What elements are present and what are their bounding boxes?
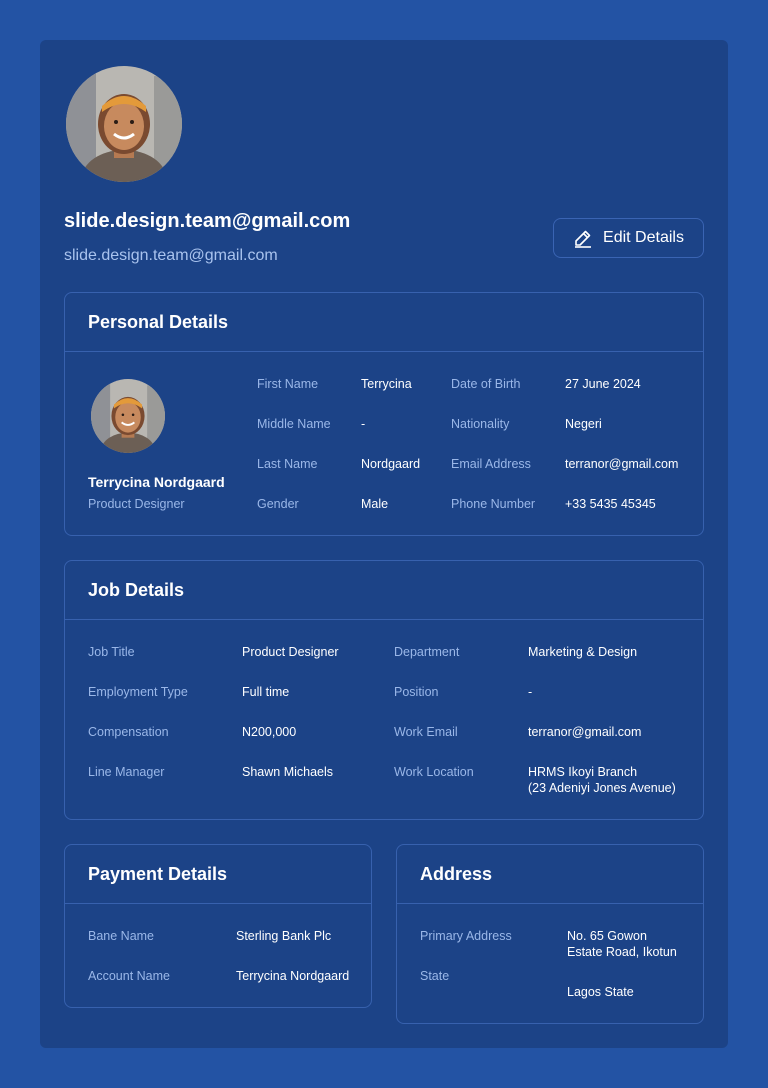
field-value: terranor@gmail.com: [528, 725, 642, 739]
field-label: Job Title: [88, 645, 135, 659]
employee-role: Product Designer: [88, 497, 185, 511]
field-value: Lagos State: [567, 985, 634, 999]
field-label: First Name: [257, 377, 319, 391]
field-label: Email Address: [451, 457, 531, 471]
field-value: +33 5435 45345: [565, 497, 656, 511]
field-label: Position: [394, 685, 439, 699]
field-value: terranor@gmail.com: [565, 457, 679, 471]
address-card: Address Primary Address No. 65 Gowon Est…: [396, 844, 704, 1024]
address-header: Address: [397, 845, 703, 904]
field-value: Full time: [242, 685, 290, 699]
field-value: N200,000: [242, 725, 297, 739]
field-value: HRMS Ikoyi Branch: [528, 765, 638, 779]
profile-avatar: [66, 66, 182, 182]
field-value-line2: (23 Adeniyi Jones Avenue): [528, 781, 676, 795]
personal-details-header: Personal Details: [65, 293, 703, 352]
field-value: -: [528, 685, 533, 699]
personal-details-heading: Personal Details: [88, 311, 229, 332]
field-value: Product Designer: [242, 645, 339, 659]
field-label: Gender: [257, 497, 299, 511]
field-value: -: [361, 417, 366, 431]
field-label: Middle Name: [257, 417, 331, 431]
payment-details-header: Payment Details: [65, 845, 371, 904]
field-label: Line Manager: [88, 765, 165, 779]
profile-email-title: slide.design.team@gmail.com: [64, 210, 351, 232]
field-label: Primary Address: [420, 929, 512, 943]
job-details-header: Job Details: [65, 561, 703, 620]
field-label: Employment Type: [88, 685, 188, 699]
field-label: Account Name: [88, 969, 170, 983]
field-label: Compensation: [88, 725, 169, 739]
field-value: Negeri: [565, 417, 602, 431]
field-value-line2: Estate Road, Ikotun: [567, 945, 677, 959]
edit-details-label: Edit Details: [603, 229, 684, 246]
field-value: 27 June 2024: [565, 377, 641, 391]
field-label: Department: [394, 645, 460, 659]
profile-email-subtitle: slide.design.team@gmail.com: [64, 247, 278, 264]
field-label: Work Location: [394, 765, 474, 779]
field-value: Nordgaard: [361, 457, 421, 471]
employee-avatar: [91, 379, 165, 453]
field-label: Date of Birth: [451, 377, 521, 391]
field-value: No. 65 Gowon: [567, 929, 647, 943]
field-value: Marketing & Design: [528, 645, 638, 659]
field-value: Sterling Bank Plc: [236, 929, 332, 943]
job-details-card: Job Details Job Title Product Designer E…: [64, 560, 704, 820]
payment-details-card: Payment Details Bane Name Sterling Bank …: [64, 844, 372, 1008]
employee-name: Terrycina Nordgaard: [88, 474, 225, 490]
field-value: Terrycina: [361, 377, 412, 391]
field-label: Last Name: [257, 457, 318, 471]
field-label: Bane Name: [88, 929, 155, 943]
edit-details-button[interactable]: Edit Details: [553, 218, 704, 258]
field-label: State: [420, 969, 450, 983]
pencil-icon: [575, 230, 592, 248]
field-label: Phone Number: [451, 497, 536, 511]
personal-details-card: Personal Details Terrycina Nordgaard Pro…: [64, 292, 704, 536]
job-details-heading: Job Details: [88, 579, 185, 600]
field-value: Shawn Michaels: [242, 765, 334, 779]
address-heading: Address: [420, 863, 493, 884]
field-label: Work Email: [394, 725, 458, 739]
payment-details-heading: Payment Details: [88, 863, 228, 884]
field-label: Nationality: [451, 417, 510, 431]
field-value: Male: [361, 497, 389, 511]
field-value: Terrycina Nordgaard: [236, 969, 350, 983]
profile-panel: slide.design.team@gmail.com slide.design…: [40, 40, 728, 1048]
